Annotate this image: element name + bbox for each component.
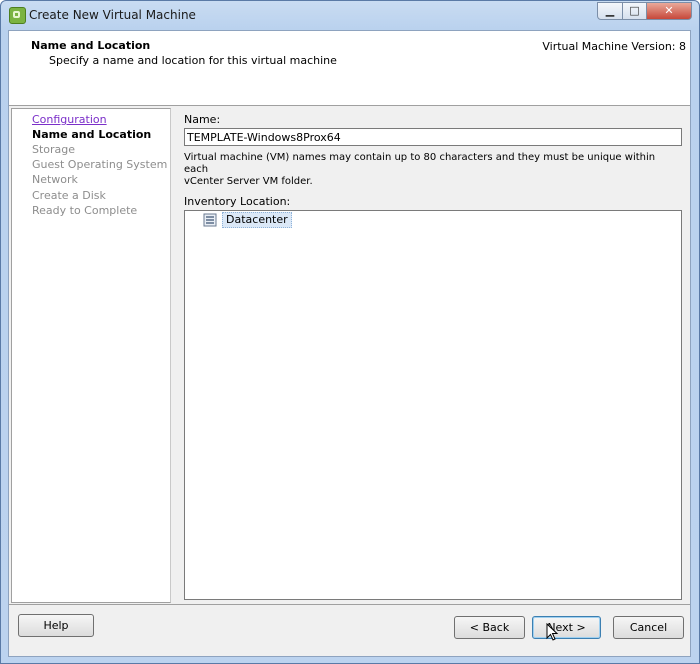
name-location-panel: Name: Virtual machine (VM) names may con… [173,108,690,603]
minimize-button[interactable]: ▁ [597,2,623,20]
wizard-steps-sidebar: Configuration Name and Location Storage … [11,108,171,603]
step-name-and-location: Name and Location [32,128,152,141]
footer-divider [9,604,690,605]
step-configuration[interactable]: Configuration [32,113,107,126]
page-subtitle: Specify a name and location for this vir… [49,54,337,67]
cancel-button[interactable]: Cancel [613,616,684,639]
step-create-disk: Create a Disk [32,189,106,202]
step-ready-to-complete: Ready to Complete [32,204,138,217]
step-network: Network [32,173,78,186]
hint-line-1: Virtual machine (VM) names may contain u… [184,152,656,175]
maximize-button[interactable]: □ [622,2,647,20]
datacenter-icon [203,213,217,227]
name-label: Name: [184,113,221,126]
close-button[interactable]: ✕ [646,2,692,20]
help-button[interactable]: Help [18,614,94,637]
hint-line-2: vCenter Server VM folder. [184,176,313,187]
vsphere-app-icon [9,7,26,24]
inventory-location-label: Inventory Location: [184,195,291,208]
vm-version-label: Virtual Machine Version: 8 [542,40,686,53]
wizard-window: Create New Virtual Machine ▁ □ ✕ Name an… [0,0,700,664]
window-title: Create New Virtual Machine [29,8,196,22]
back-button[interactable]: < Back [454,616,525,639]
page-title: Name and Location [31,39,151,52]
title-bar[interactable]: Create New Virtual Machine ▁ □ ✕ [1,1,699,30]
step-storage: Storage [32,143,76,156]
next-button[interactable]: Next > [532,616,601,639]
wizard-header: Name and Location Specify a name and loc… [9,31,690,106]
vm-name-input[interactable] [184,128,682,146]
inventory-tree[interactable]: Datacenter [184,210,682,600]
datacenter-label[interactable]: Datacenter [222,212,292,228]
name-hint-text: Virtual machine (VM) names may contain u… [184,152,674,188]
step-guest-os: Guest Operating System [32,158,168,171]
mouse-cursor-icon [546,623,559,641]
wizard-body: Name and Location Specify a name and loc… [8,30,691,657]
